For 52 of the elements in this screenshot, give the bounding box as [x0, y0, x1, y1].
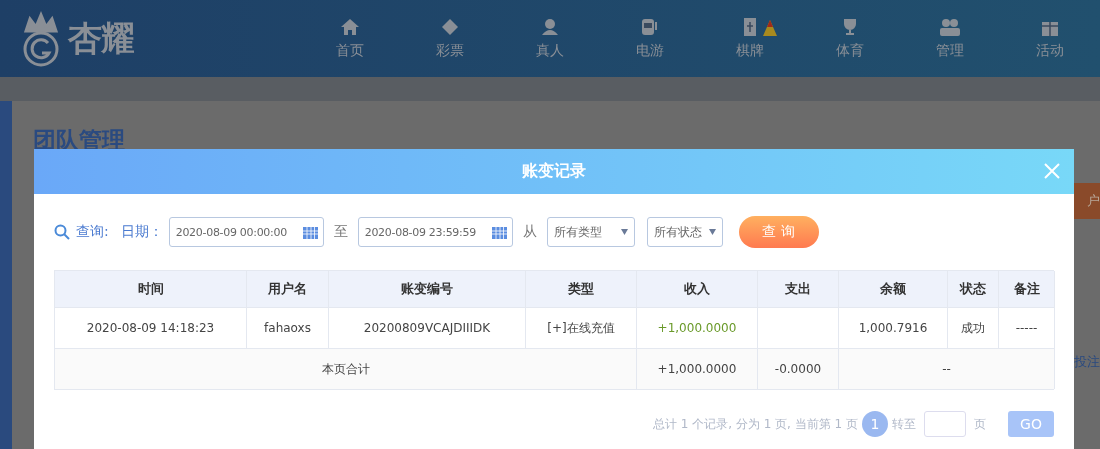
- home-icon: [340, 18, 360, 36]
- nav-item[interactable]: 体育: [800, 17, 900, 60]
- page-unit: 页: [974, 415, 986, 433]
- modal-title: 账变记录: [522, 161, 586, 182]
- column-header: 用户名: [247, 271, 329, 307]
- slot-machine-icon: [640, 18, 660, 36]
- caret-icon: [620, 229, 628, 235]
- logo-text: 杏耀: [68, 16, 134, 60]
- start-date-field[interactable]: 2020-08-09 00:00:00: [168, 217, 324, 247]
- nav-item[interactable]: 活动: [1000, 17, 1100, 60]
- calendar-icon: [302, 225, 318, 239]
- people-icon: [938, 18, 962, 36]
- caret-icon: [708, 229, 716, 235]
- column-header: 收入: [637, 271, 758, 307]
- side-button[interactable]: 户: [1074, 183, 1100, 219]
- query-button[interactable]: 查 询: [738, 216, 819, 248]
- mahjong-tile-icon: [743, 17, 757, 37]
- column-header: 状态: [948, 271, 999, 307]
- column-header: 类型: [526, 271, 637, 307]
- close-icon[interactable]: [1044, 163, 1060, 179]
- nav-item[interactable]: 真人: [500, 17, 600, 60]
- total-cell: 本页合计: [55, 348, 637, 389]
- from-label: 从: [522, 223, 537, 241]
- total-cell: --: [839, 348, 1055, 389]
- pagination-summary: 总计 1 个记录, 分为 1 页, 当前第 1 页: [652, 415, 858, 433]
- total-cell: -0.0000: [758, 348, 839, 389]
- status-select[interactable]: 所有状态: [646, 217, 723, 247]
- total-cell: +1,000.0000: [637, 348, 758, 389]
- type-select[interactable]: 所有类型: [546, 217, 635, 247]
- column-header: 账变编号: [329, 271, 526, 307]
- page-input[interactable]: [924, 411, 966, 437]
- column-header: 支出: [758, 271, 839, 307]
- person-icon: [541, 18, 559, 36]
- nav-item[interactable]: 管理: [900, 17, 1000, 60]
- query-label: 查询:: [76, 223, 109, 241]
- nav-item[interactable]: 首页: [300, 17, 400, 60]
- nav-item[interactable]: 电游: [600, 17, 700, 60]
- column-header: 余额: [839, 271, 948, 307]
- to-label: 至: [333, 223, 348, 241]
- column-header: 备注: [999, 271, 1055, 307]
- goto-label: 转至: [892, 415, 916, 433]
- side-link[interactable]: 投注: [1074, 353, 1100, 371]
- calendar-icon: [491, 225, 507, 239]
- date-label: 日期：: [120, 223, 163, 241]
- search-icon: [54, 224, 70, 240]
- page-number[interactable]: 1: [862, 411, 888, 437]
- go-button[interactable]: GO: [1008, 411, 1054, 437]
- nav-item[interactable]: 棋牌: [700, 17, 800, 60]
- column-header: 时间: [55, 271, 247, 307]
- nav-item[interactable]: 彩票: [400, 17, 500, 60]
- ticket-icon: [441, 18, 459, 36]
- end-date-field[interactable]: 2020-08-09 23:59:59: [357, 217, 513, 247]
